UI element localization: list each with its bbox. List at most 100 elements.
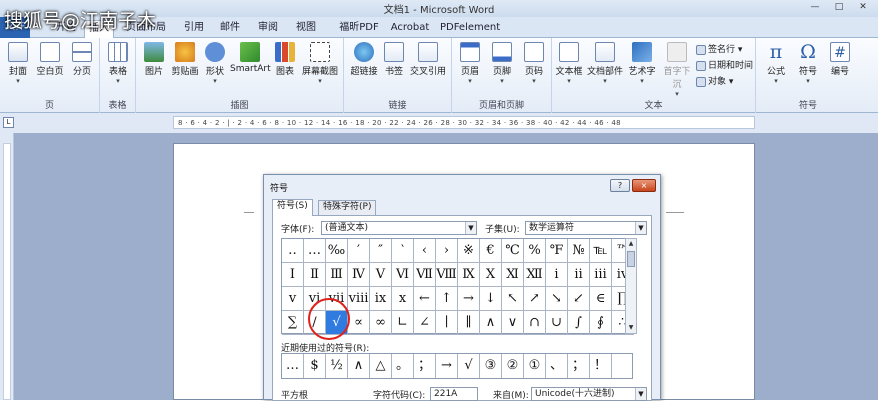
- symbol-cell[interactable]: Ⅳ: [348, 263, 370, 287]
- symbol-cell[interactable]: ↘: [546, 287, 568, 311]
- page-break-button[interactable]: 分页: [68, 42, 96, 77]
- scroll-down-icon[interactable]: ▼: [626, 323, 636, 333]
- recent-symbol-cell[interactable]: ∧: [348, 354, 370, 378]
- close-icon[interactable]: ✕: [854, 1, 872, 13]
- equation-button[interactable]: π 公式 ▾: [762, 42, 790, 85]
- symbol-cell[interactable]: ℃: [502, 239, 524, 263]
- symbol-cell[interactable]: Ⅸ: [458, 263, 480, 287]
- symbol-cell[interactable]: ‰: [326, 239, 348, 263]
- symbol-cell[interactable]: Ⅺ: [502, 263, 524, 287]
- symbol-button[interactable]: Ω 符号 ▾: [794, 42, 822, 85]
- shapes-button[interactable]: 形状 ▾: [202, 42, 228, 85]
- symbol-cell[interactable]: …: [304, 239, 326, 263]
- symbol-cell[interactable]: ∟: [392, 311, 414, 335]
- text-box-button[interactable]: 文本框 ▾: [554, 42, 584, 85]
- char-code-input[interactable]: 221A: [430, 387, 478, 401]
- symbol-cell[interactable]: ↖: [502, 287, 524, 311]
- font-select[interactable]: (普通文本) ▼: [321, 221, 477, 235]
- symbol-cell[interactable]: ∣: [436, 311, 458, 335]
- tab-acrobat[interactable]: Acrobat: [388, 20, 432, 38]
- chart-button[interactable]: 图表: [272, 42, 298, 77]
- symbol-cell[interactable]: ℉: [546, 239, 568, 263]
- vertical-ruler[interactable]: [0, 133, 14, 400]
- symbol-cell[interactable]: ⅸ: [370, 287, 392, 311]
- symbol-cell[interactable]: ℡: [590, 239, 612, 263]
- symbol-cell[interactable]: ⅹ: [392, 287, 414, 311]
- symbol-cell[interactable]: Ⅰ: [282, 263, 304, 287]
- symbol-cell[interactable]: ‥: [282, 239, 304, 263]
- symbol-cell[interactable]: Ⅶ: [414, 263, 436, 287]
- symbol-cell[interactable]: ″: [370, 239, 392, 263]
- minimize-icon[interactable]: —: [806, 1, 824, 13]
- symbol-cell[interactable]: ⅴ: [282, 287, 304, 311]
- symbol-cell[interactable]: ‵: [392, 239, 414, 263]
- screenshot-button[interactable]: 屏幕截图 ▾: [300, 42, 340, 85]
- symbol-cell[interactable]: ›: [436, 239, 458, 263]
- symbol-cell[interactable]: ∮: [590, 311, 612, 335]
- bookmark-button[interactable]: 书签: [382, 42, 406, 77]
- header-button[interactable]: 页眉 ▾: [456, 42, 484, 85]
- symbol-cell[interactable]: ′: [348, 239, 370, 263]
- cross-reference-button[interactable]: 交叉引用: [408, 42, 448, 77]
- recent-symbol-cell[interactable]: ½: [326, 354, 348, 378]
- symbol-cell[interactable]: ⅷ: [348, 287, 370, 311]
- tab-pdfelement[interactable]: PDFelement: [440, 20, 500, 38]
- date-time-button[interactable]: 日期和时间: [696, 58, 753, 71]
- symbol-cell[interactable]: ∩: [524, 311, 546, 335]
- recent-symbol-cell[interactable]: 。: [392, 354, 414, 378]
- recent-symbol-cell[interactable]: $: [304, 354, 326, 378]
- recent-symbol-cell[interactable]: ②: [502, 354, 524, 378]
- page-number-button[interactable]: 页码 ▾: [520, 42, 548, 85]
- recent-symbol-cell[interactable]: △: [370, 354, 392, 378]
- horizontal-ruler[interactable]: 8 · 6 · 4 · 2 · | · 2 · 4 · 6 · 8 · 10 ·…: [173, 116, 755, 129]
- scroll-thumb[interactable]: [627, 251, 635, 267]
- from-select[interactable]: Unicode(十六进制) ▼: [531, 387, 647, 401]
- symbol-cell[interactable]: ↙: [568, 287, 590, 311]
- tab-symbols[interactable]: 符号(S): [272, 199, 313, 216]
- recent-symbol-cell[interactable]: ③: [480, 354, 502, 378]
- symbol-cell[interactable]: Ⅱ: [304, 263, 326, 287]
- symbol-cell[interactable]: ∠: [414, 311, 436, 335]
- symbol-cell[interactable]: ∞: [370, 311, 392, 335]
- symbol-cell[interactable]: ↗: [524, 287, 546, 311]
- symbol-cell[interactable]: Ⅴ: [370, 263, 392, 287]
- help-button[interactable]: ?: [610, 179, 630, 192]
- recent-symbol-cell[interactable]: ①: [524, 354, 546, 378]
- symbol-cell[interactable]: Ⅹ: [480, 263, 502, 287]
- symbol-cell[interactable]: ∝: [348, 311, 370, 335]
- symbol-cell[interactable]: Ⅲ: [326, 263, 348, 287]
- recent-symbol-cell[interactable]: …: [282, 354, 304, 378]
- recent-symbols[interactable]: … $ ½ ∧ △。； → √ ③ ② ①、；！: [281, 353, 633, 379]
- drop-cap-button[interactable]: 首字下沉 ▾: [660, 42, 694, 98]
- symbol-cell[interactable]: ↓: [480, 287, 502, 311]
- tab-selector-icon[interactable]: L: [3, 117, 14, 128]
- dialog-close-button[interactable]: ×: [632, 179, 656, 192]
- hyperlink-button[interactable]: 超链接: [348, 42, 380, 77]
- recent-symbol-cell[interactable]: ！: [590, 354, 612, 378]
- blank-page-button[interactable]: 空白页: [34, 42, 66, 77]
- scroll-up-icon[interactable]: ▲: [626, 239, 636, 249]
- tab-mailings[interactable]: 邮件: [216, 20, 244, 38]
- symbol-cell[interactable]: ⅰ: [546, 263, 568, 287]
- symbol-cell[interactable]: ⅱ: [568, 263, 590, 287]
- symbol-cell[interactable]: ‹: [414, 239, 436, 263]
- recent-symbol-cell[interactable]: √: [458, 354, 480, 378]
- symbol-cell[interactable]: ∑: [282, 311, 304, 335]
- quick-parts-button[interactable]: 文档部件 ▾: [586, 42, 624, 85]
- picture-button[interactable]: 图片: [140, 42, 168, 77]
- cover-page-button[interactable]: 封面 ▾: [4, 42, 32, 85]
- symbol-grid-scrollbar[interactable]: ▲ ▼: [625, 238, 637, 334]
- symbol-cell[interactable]: %: [524, 239, 546, 263]
- recent-symbol-cell[interactable]: ；: [568, 354, 590, 378]
- recent-symbol-cell[interactable]: ；: [414, 354, 436, 378]
- table-button[interactable]: 表格 ▾: [104, 42, 132, 85]
- symbol-cell[interactable]: Ⅵ: [392, 263, 414, 287]
- symbol-cell[interactable]: ←: [414, 287, 436, 311]
- tab-foxit-pdf[interactable]: 福昕PDF: [334, 20, 384, 38]
- symbol-cell[interactable]: ∨: [502, 311, 524, 335]
- symbol-cell[interactable]: →: [458, 287, 480, 311]
- object-button[interactable]: 对象 ▾: [696, 74, 733, 87]
- signature-line-button[interactable]: 签名行 ▾: [696, 42, 742, 55]
- recent-symbol-cell[interactable]: →: [436, 354, 458, 378]
- symbol-cell[interactable]: ⅲ: [590, 263, 612, 287]
